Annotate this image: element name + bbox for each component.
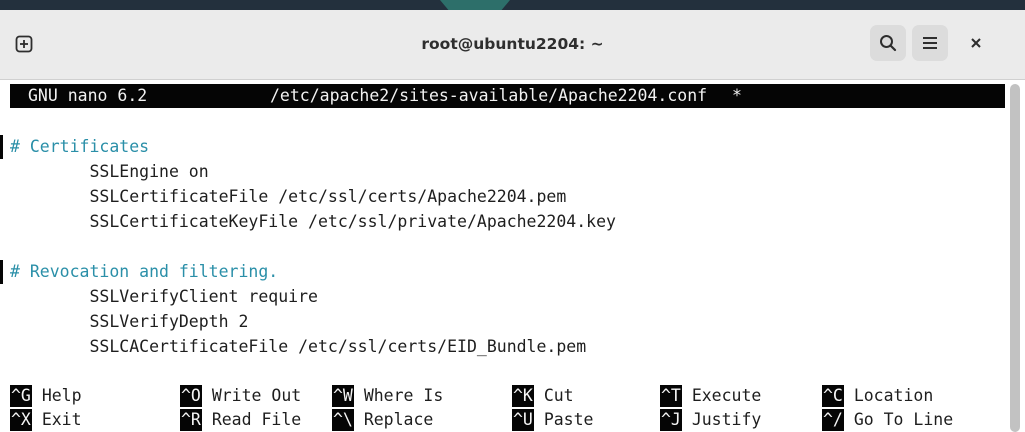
shortcut-label: Replace: [363, 410, 434, 429]
shortcut-key: ^/: [822, 409, 844, 431]
editor-line: SSLVerifyClient require: [10, 287, 318, 306]
shortcut-location[interactable]: ^C Location: [822, 384, 933, 408]
shortcut-key: ^\: [332, 409, 354, 431]
editor-line-comment: # Revocation and filtering.: [10, 262, 279, 281]
terminal-scrollbar[interactable]: [1010, 84, 1020, 432]
new-tab-icon: [15, 35, 33, 53]
cursor-marker: [0, 260, 3, 284]
shortcut-justify[interactable]: ^J Justify: [660, 408, 761, 432]
shortcut-label: Exit: [41, 410, 82, 429]
shortcut-key: ^T: [660, 385, 682, 407]
hamburger-menu-icon: [923, 37, 937, 49]
shortcut-go-to-line[interactable]: ^/ Go To Line: [822, 408, 953, 432]
shortcut-key: ^K: [512, 385, 534, 407]
desktop-top-strip: [0, 0, 1025, 10]
new-tab-button[interactable]: [6, 26, 42, 62]
shortcut-label: Execute: [691, 386, 762, 405]
shortcut-label: Read File: [211, 410, 302, 429]
cursor-marker: [0, 135, 3, 159]
search-button[interactable]: [870, 25, 906, 61]
terminal-content[interactable]: GNU nano 6.2 /etc/apache2/sites-availabl…: [0, 80, 1008, 432]
shortcut-execute[interactable]: ^T Execute: [660, 384, 761, 408]
close-icon: [971, 38, 981, 48]
shortcut-replace[interactable]: ^\ Replace: [332, 408, 433, 432]
shortcut-read-file[interactable]: ^R Read File: [180, 408, 301, 432]
shortcut-label: Location: [853, 386, 934, 405]
shortcut-label: Paste: [543, 410, 594, 429]
shortcut-key: ^W: [332, 385, 354, 407]
editor-line: SSLVerifyDepth 2: [10, 312, 249, 331]
editor-line: SSLEngine on: [10, 162, 209, 181]
shortcut-key: ^J: [660, 409, 682, 431]
shortcut-key: ^C: [822, 385, 844, 407]
close-button[interactable]: [958, 25, 994, 61]
menu-button[interactable]: [912, 25, 948, 61]
shortcut-label: Justify: [691, 410, 762, 429]
desktop-notch: [440, 0, 510, 10]
editor-line-comment: # Certificates: [10, 137, 150, 156]
shortcut-label: Cut: [543, 386, 574, 405]
editor-line: SSLCertificateKeyFile /etc/ssl/private/A…: [10, 212, 616, 231]
shortcut-key: ^O: [180, 385, 202, 407]
editor-line: SSLCertificateFile /etc/ssl/certs/Apache…: [10, 187, 567, 206]
nano-header-bar: GNU nano 6.2 /etc/apache2/sites-availabl…: [10, 84, 1005, 108]
shortcut-exit[interactable]: ^X Exit: [10, 408, 82, 432]
shortcut-cut[interactable]: ^K Cut: [512, 384, 574, 408]
shortcut-label: Write Out: [211, 386, 302, 405]
search-icon: [880, 35, 897, 52]
title-bar: root@ubuntu2204: ~: [0, 10, 1025, 80]
nano-filename: /etc/apache2/sites-available/Apache2204.…: [270, 86, 708, 105]
shortcut-label: Go To Line: [853, 410, 954, 429]
terminal-window: root@ubuntu2204: ~ GNU nano 6.2 /etc/apa…: [0, 0, 1025, 432]
shortcut-write-out[interactable]: ^O Write Out: [180, 384, 301, 408]
shortcut-key: ^U: [512, 409, 534, 431]
nano-modified-marker: *: [732, 86, 742, 105]
shortcut-where-is[interactable]: ^W Where Is: [332, 384, 443, 408]
editor-line: SSLCACertificateFile /etc/ssl/certs/EID_…: [10, 337, 587, 356]
shortcut-label: Where Is: [363, 386, 444, 405]
shortcut-key: ^R: [180, 409, 202, 431]
shortcut-key: ^G: [10, 385, 32, 407]
shortcut-key: ^X: [10, 409, 32, 431]
nano-version: GNU nano 6.2: [28, 86, 148, 105]
shortcut-label: Help: [41, 386, 82, 405]
shortcut-paste[interactable]: ^U Paste: [512, 408, 593, 432]
shortcut-help[interactable]: ^G Help: [10, 384, 82, 408]
